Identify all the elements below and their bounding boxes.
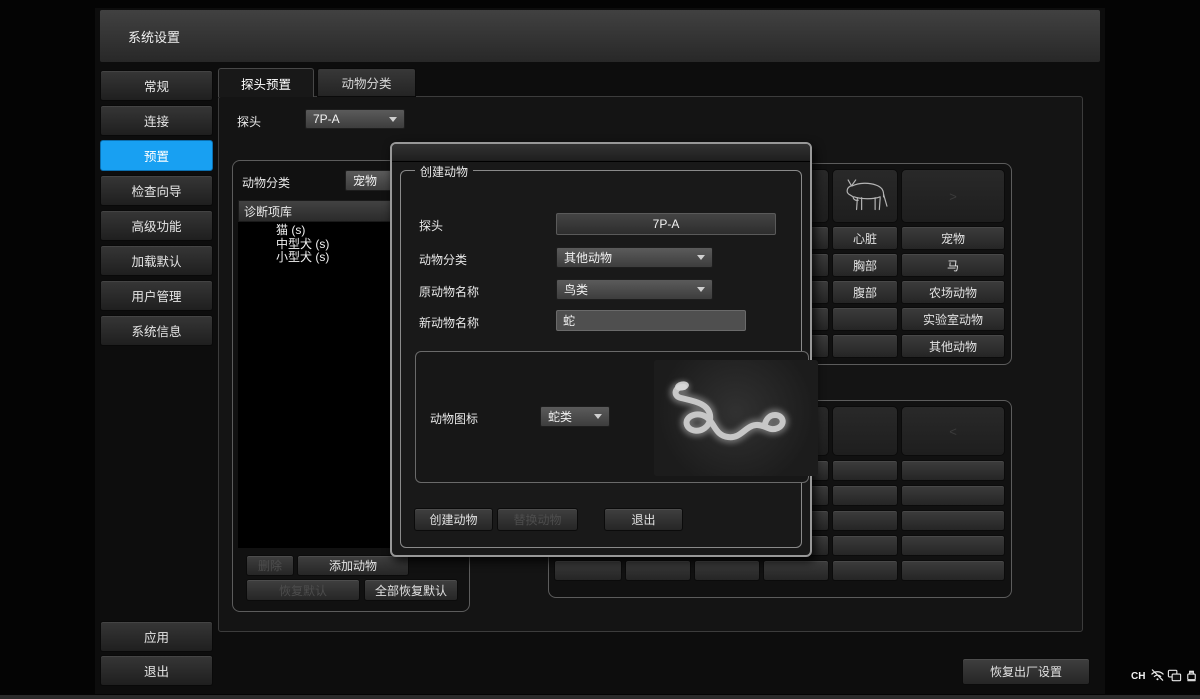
cow-image-tile[interactable] — [832, 169, 898, 223]
preset-button-chest[interactable]: 胸部 — [832, 253, 898, 277]
screen-bottom-edge — [0, 695, 1200, 699]
preset-button-heart[interactable]: 心脏 — [832, 226, 898, 250]
dialog-titlebar[interactable] — [392, 144, 810, 162]
dual-screen-icon — [1167, 668, 1182, 683]
preset-button[interactable] — [901, 560, 1005, 581]
create-animal-button[interactable]: 创建动物 — [414, 508, 493, 531]
dialog-category-dropdown[interactable]: 其他动物 — [556, 247, 713, 268]
probe-label: 探头 — [237, 113, 261, 130]
animal-classification-label: 动物分类 — [242, 174, 290, 191]
dialog-source-value: 鸟类 — [564, 281, 588, 298]
dialog-icon-label: 动物图标 — [430, 410, 478, 427]
animal-image-tile[interactable] — [832, 406, 898, 456]
preset-button[interactable] — [832, 560, 898, 581]
dialog-probe-label: 探头 — [419, 217, 443, 234]
dialog-source-dropdown[interactable]: 鸟类 — [556, 279, 713, 300]
preset-button[interactable] — [832, 510, 898, 531]
screen: 系统设置 常规 连接 预置 检查向导 高级功能 加载默认 用户管理 系统信息 应… — [0, 0, 1200, 699]
groupbox-title: 创建动物 — [415, 163, 473, 180]
apply-button[interactable]: 应用 — [100, 621, 213, 652]
preset-button-horse[interactable]: 马 — [901, 253, 1005, 277]
replace-animal-button[interactable]: 替换动物 — [497, 508, 578, 531]
chevron-down-icon — [697, 255, 705, 260]
preset-button[interactable] — [901, 510, 1005, 531]
animal-icon-dropdown[interactable]: 蛇类 — [540, 406, 610, 427]
preset-button[interactable] — [625, 560, 691, 581]
preset-button-farm-animal[interactable]: 农场动物 — [901, 280, 1005, 304]
new-animal-name-input[interactable] — [556, 310, 746, 331]
preset-button[interactable] — [763, 560, 829, 581]
window-title: 系统设置 — [128, 27, 180, 46]
prev-page-tile[interactable]: < — [901, 406, 1005, 456]
dialog-exit-button[interactable]: 退出 — [604, 508, 683, 531]
delete-button[interactable]: 删除 — [246, 555, 294, 576]
usb-device-icon — [1184, 668, 1199, 683]
dialog-probe-value: 7P-A — [556, 213, 776, 235]
factory-reset-button[interactable]: 恢复出厂设置 — [962, 658, 1090, 685]
sidebar-item-advanced[interactable]: 高级功能 — [100, 210, 213, 241]
next-page-tile[interactable]: > — [901, 169, 1005, 223]
category-dropdown-value: 宠物 — [353, 172, 377, 189]
sidebar-item-general[interactable]: 常规 — [100, 70, 213, 101]
preset-button-abdomen[interactable]: 腹部 — [832, 280, 898, 304]
probe-dropdown-value: 7P-A — [313, 112, 340, 126]
probe-dropdown[interactable]: 7P-A — [305, 109, 405, 129]
tab-probe-preset[interactable]: 探头预置 — [218, 68, 314, 97]
sidebar-item-user-management[interactable]: 用户管理 — [100, 280, 213, 311]
wifi-off-icon — [1150, 668, 1165, 683]
language-indicator: CH — [1131, 671, 1145, 682]
preset-button[interactable] — [694, 560, 760, 581]
animal-icon-groupbox: 动物图标 蛇类 — [415, 351, 809, 483]
add-animal-button[interactable]: 添加动物 — [297, 555, 409, 576]
window-titlebar: 系统设置 — [100, 10, 1100, 62]
preset-button[interactable] — [832, 334, 898, 358]
preset-button[interactable] — [832, 485, 898, 506]
right-arrow-icon: > — [949, 189, 957, 204]
left-arrow-icon: < — [949, 424, 957, 439]
sidebar-item-preset[interactable]: 预置 — [100, 140, 213, 171]
chevron-down-icon — [697, 287, 705, 292]
restore-default-button[interactable]: 恢复默认 — [246, 579, 360, 601]
sidebar-item-connect[interactable]: 连接 — [100, 105, 213, 136]
preset-button-other-animal[interactable]: 其他动物 — [901, 334, 1005, 358]
restore-all-default-button[interactable]: 全部恢复默认 — [364, 579, 458, 601]
chevron-down-icon — [389, 117, 397, 122]
preset-button[interactable] — [832, 307, 898, 331]
preset-button[interactable] — [832, 535, 898, 556]
dialog-source-label: 原动物名称 — [419, 283, 479, 300]
preset-button-lab-animal[interactable]: 实验室动物 — [901, 307, 1005, 331]
exit-button[interactable]: 退出 — [100, 655, 213, 686]
tab-animal-category[interactable]: 动物分类 — [317, 68, 416, 97]
sidebar-item-exam-wizard[interactable]: 检查向导 — [100, 175, 213, 206]
preset-button[interactable] — [901, 485, 1005, 506]
sidebar-item-load-default[interactable]: 加载默认 — [100, 245, 213, 276]
animal-icon-value: 蛇类 — [548, 408, 572, 425]
sidebar-item-system-info[interactable]: 系统信息 — [100, 315, 213, 346]
dialog-category-label: 动物分类 — [419, 251, 467, 268]
dialog-new-name-label: 新动物名称 — [419, 314, 479, 331]
chevron-down-icon — [594, 414, 602, 419]
preset-button-pet[interactable]: 宠物 — [901, 226, 1005, 250]
preset-button[interactable] — [901, 460, 1005, 481]
create-animal-groupbox: 创建动物 探头 7P-A 动物分类 其他动物 原动物名称 鸟类 新动物名称 动物… — [400, 170, 802, 548]
create-animal-dialog: 创建动物 探头 7P-A 动物分类 其他动物 原动物名称 鸟类 新动物名称 动物… — [390, 142, 812, 557]
cow-icon — [838, 176, 892, 216]
animal-icon-preview — [654, 360, 818, 476]
dialog-category-value: 其他动物 — [564, 249, 612, 266]
preset-button[interactable] — [901, 535, 1005, 556]
preset-button[interactable] — [832, 460, 898, 481]
snake-icon — [654, 360, 818, 476]
preset-button[interactable] — [554, 560, 622, 581]
